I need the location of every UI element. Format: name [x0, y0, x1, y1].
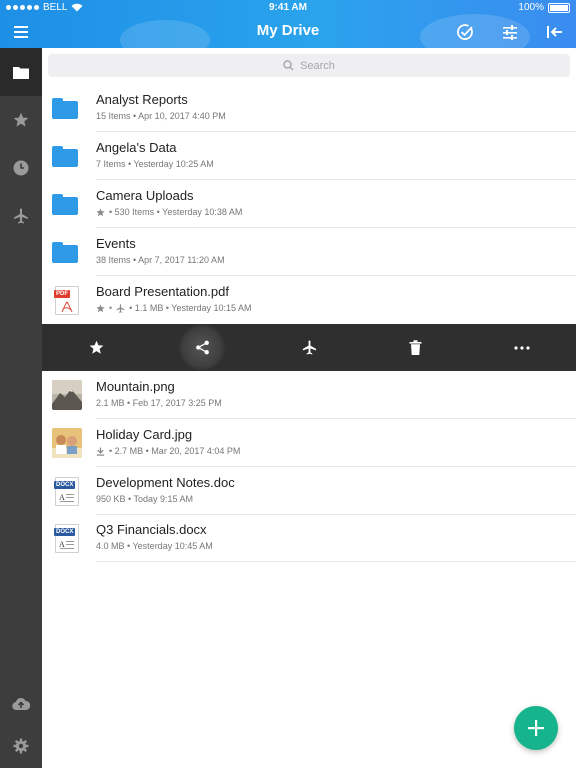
file-meta: • 1.1 MB • Yesterday 10:15 AM	[129, 303, 252, 313]
file-name: Analyst Reports	[96, 92, 188, 107]
share-icon	[195, 340, 209, 355]
file-meta: 38 Items • Apr 7, 2017 11:20 AM	[96, 255, 225, 265]
check-circle-icon	[457, 24, 473, 40]
folder-icon	[52, 142, 82, 170]
add-button[interactable]	[514, 706, 558, 750]
star-icon	[89, 340, 103, 354]
share-button[interactable]	[177, 324, 227, 371]
file-name: Board Presentation.pdf	[96, 284, 229, 299]
star-icon	[13, 112, 29, 127]
file-meta: • 530 Items • Yesterday 10:38 AM	[109, 207, 243, 217]
folder-icon	[13, 66, 29, 79]
file-row-board-presentation[interactable]: PDF Board Presentation.pdf • • 1.1 MB • …	[42, 276, 576, 324]
airplane-icon	[14, 208, 28, 224]
select-button[interactable]	[452, 20, 478, 44]
pdf-badge: PDF	[54, 290, 70, 298]
star-icon	[96, 207, 105, 216]
folder-icon	[52, 238, 82, 266]
folder-icon	[52, 190, 82, 218]
file-meta: 950 KB • Today 9:15 AM	[96, 494, 194, 504]
sidebar-item-files[interactable]	[0, 48, 42, 96]
sort-filter-button[interactable]	[497, 20, 523, 44]
download-icon	[96, 446, 105, 456]
file-row-development-notes[interactable]: DOCX A Development Notes.doc 950 KB • To…	[42, 467, 576, 515]
delete-button[interactable]	[390, 324, 440, 371]
file-row-events[interactable]: Events 38 Items • Apr 7, 2017 11:20 AM	[42, 228, 576, 276]
file-name: Mountain.png	[96, 379, 175, 394]
star-button[interactable]	[71, 324, 121, 371]
doc-file-icon: DOCX A	[52, 477, 82, 506]
airplane-icon	[302, 340, 316, 355]
search-placeholder: Search	[300, 59, 335, 72]
page-title: My Drive	[256, 22, 320, 39]
file-action-bar	[42, 324, 576, 371]
app-header: BELL 9:41 AM 100% My Drive	[0, 0, 576, 48]
file-name: Events	[96, 236, 136, 251]
plus-icon	[528, 720, 544, 736]
file-row-camera-uploads[interactable]: Camera Uploads • 530 Items • Yesterday 1…	[42, 180, 576, 228]
sidebar-item-upload[interactable]	[0, 680, 42, 728]
file-row-analyst-reports[interactable]: Analyst Reports 15 Items • Apr 10, 2017 …	[42, 84, 576, 132]
image-thumbnail	[52, 428, 82, 458]
search-input[interactable]: Search	[48, 54, 570, 77]
file-meta: 7 Items • Yesterday 10:25 AM	[96, 159, 214, 169]
docx-file-icon: DOCX A	[52, 524, 82, 553]
sidebar-item-starred[interactable]	[0, 96, 42, 144]
cloud-upload-icon	[12, 697, 30, 711]
status-time: 9:41 AM	[269, 2, 307, 13]
file-name: Holiday Card.jpg	[96, 427, 193, 442]
more-options-button[interactable]	[497, 324, 547, 371]
star-icon	[96, 303, 105, 312]
file-row-q3-financials[interactable]: DOCX A Q3 Financials.docx 4.0 MB • Yeste…	[42, 514, 576, 562]
sidebar-item-recent[interactable]	[0, 144, 42, 192]
image-thumbnail	[52, 380, 82, 410]
file-row-holiday-card[interactable]: Holiday Card.jpg • 2.7 MB • Mar 20, 2017…	[42, 419, 576, 467]
collapse-arrow-icon	[547, 26, 562, 38]
file-meta: 15 Items • Apr 10, 2017 4:40 PM	[96, 111, 226, 121]
battery-percent: 100%	[518, 2, 544, 13]
docx-badge: DOCX	[54, 528, 76, 536]
file-list-pane: Search Analyst Reports 15 Items • Apr 10…	[42, 48, 576, 768]
folder-icon	[52, 94, 82, 122]
file-row-angelas-data[interactable]: Angela's Data 7 Items • Yesterday 10:25 …	[42, 132, 576, 180]
trash-icon	[409, 340, 421, 355]
file-meta: 4.0 MB • Yesterday 10:45 AM	[96, 541, 213, 551]
file-name: Camera Uploads	[96, 188, 194, 203]
more-icon	[514, 345, 530, 350]
file-meta: 2.1 MB • Feb 17, 2017 3:25 PM	[96, 398, 222, 408]
sidebar-item-offline[interactable]	[0, 192, 42, 240]
file-name: Angela's Data	[96, 140, 177, 155]
svg-text:A: A	[59, 493, 65, 502]
file-name: Q3 Financials.docx	[96, 522, 207, 537]
collapse-sidebar-button[interactable]	[542, 20, 568, 44]
make-offline-button[interactable]	[284, 324, 334, 371]
airplane-icon	[116, 303, 125, 313]
file-name: Development Notes.doc	[96, 475, 235, 490]
clock-icon	[13, 160, 29, 176]
search-icon	[283, 60, 294, 71]
pdf-file-icon: PDF	[52, 286, 82, 315]
status-bar: BELL 9:41 AM 100%	[0, 2, 576, 16]
battery-icon	[548, 2, 570, 13]
file-row-mountain[interactable]: Mountain.png 2.1 MB • Feb 17, 2017 3:25 …	[42, 371, 576, 419]
gear-icon	[13, 738, 29, 754]
sliders-icon	[503, 25, 517, 40]
sidebar-item-settings[interactable]	[0, 722, 42, 768]
file-meta: • 2.7 MB • Mar 20, 2017 4:04 PM	[109, 446, 241, 456]
sidebar	[0, 48, 42, 768]
docx-badge: DOCX	[54, 481, 76, 489]
svg-text:A: A	[59, 540, 65, 549]
